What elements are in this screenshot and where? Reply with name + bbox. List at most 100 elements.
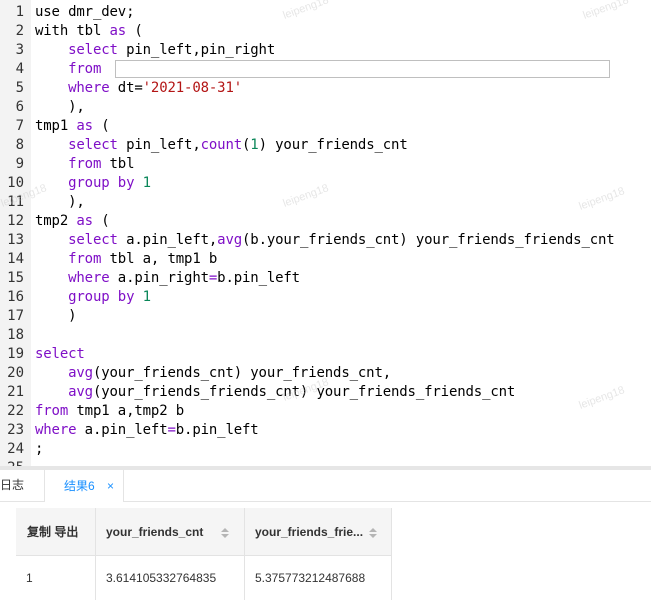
line-number: 3	[15, 42, 24, 58]
code-token: where	[68, 80, 110, 96]
code-token: (your_friends_cnt) your_friends_cnt,	[92, 365, 392, 381]
code-text[interactable]: tmp1 as (	[35, 117, 110, 136]
code-text[interactable]: select pin_left,pin_right	[35, 41, 275, 60]
code-token: tbl	[101, 156, 135, 172]
code-token: count	[200, 137, 243, 153]
line-number: 12	[7, 213, 24, 229]
table-cell[interactable]: 5.375773212487688	[245, 556, 392, 600]
row-number-cell: 1	[16, 556, 96, 600]
line-number: 8	[15, 137, 24, 153]
code-line[interactable]: 15 where a.pin_right=b.pin_left	[0, 269, 651, 288]
code-text[interactable]: select a.pin_left,avg(b.your_friends_cnt…	[35, 231, 615, 250]
code-token: tmp2	[35, 213, 77, 229]
sort-icon[interactable]	[368, 527, 378, 539]
code-line[interactable]: 1 use dmr_dev;	[0, 3, 651, 22]
result-tab-bar: 日志 结果6 ×	[0, 470, 651, 502]
code-token: 1	[142, 289, 151, 305]
line-number: 1	[15, 4, 24, 20]
code-line[interactable]: 23 where a.pin_left=b.pin_left	[0, 421, 651, 440]
code-token: '2021-08-31'	[142, 80, 243, 96]
code-token: a.pin_left	[76, 422, 168, 438]
code-text[interactable]: with tbl as (	[35, 22, 143, 41]
tab-result-6[interactable]: 结果6 ×	[45, 470, 124, 502]
code-token: (	[92, 118, 110, 134]
code-line[interactable]: 10 group by 1	[0, 174, 651, 193]
code-line[interactable]: 19 select	[0, 345, 651, 364]
code-line[interactable]: 2 with tbl as (	[0, 22, 651, 41]
code-line[interactable]: 7 tmp1 as (	[0, 117, 651, 136]
code-line[interactable]: 24;	[0, 440, 651, 459]
line-number: 22	[7, 403, 24, 419]
code-text[interactable]: avg(your_friends_friends_cnt) your_frien…	[35, 383, 515, 402]
code-line[interactable]: 21 avg(your_friends_friends_cnt) your_fr…	[0, 383, 651, 402]
code-text[interactable]: where a.pin_left=b.pin_left	[35, 421, 259, 440]
column-header[interactable]: your_friends_frie...	[245, 508, 392, 556]
column-header[interactable]: your_friends_cnt	[96, 508, 245, 556]
table-cell[interactable]: 3.614105332764835	[96, 556, 245, 600]
code-token: (	[92, 213, 110, 229]
code-text[interactable]: group by 1	[35, 288, 151, 307]
line-number: 24	[7, 441, 24, 457]
column-header-label: your_friends_cnt	[106, 525, 204, 539]
code-token: a.pin_right	[109, 270, 209, 286]
code-line[interactable]: 13 select a.pin_left,avg(b.your_friends_…	[0, 231, 651, 250]
code-token: tbl a, tmp1 b	[101, 251, 218, 267]
code-text[interactable]: )	[35, 307, 76, 326]
code-text[interactable]: avg(your_friends_cnt) your_friends_cnt,	[35, 364, 391, 383]
code-line[interactable]: 3 select pin_left,pin_right	[0, 41, 651, 60]
code-line[interactable]: 14 from tbl a, tmp1 b	[0, 250, 651, 269]
tab-log[interactable]: 日志	[0, 470, 45, 501]
code-text[interactable]: from tmp1 a,tmp2 b	[35, 402, 184, 421]
code-line[interactable]: 17 )	[0, 307, 651, 326]
code-text[interactable]: where dt='2021-08-31'	[35, 79, 242, 98]
code-line[interactable]: 9 from tbl	[0, 155, 651, 174]
code-line[interactable]: 12 tmp2 as (	[0, 212, 651, 231]
code-token: group by	[68, 175, 135, 191]
close-icon[interactable]: ×	[107, 470, 114, 502]
redacted-table-name	[115, 60, 610, 78]
code-token: as	[76, 213, 93, 229]
code-line[interactable]: 11 ),	[0, 193, 651, 212]
code-token: ) your_friends_cnt	[258, 137, 408, 153]
result-table: 复制 导出 your_friends_cnt your_friends_frie…	[16, 508, 392, 600]
code-text[interactable]: from tbl	[35, 155, 134, 174]
code-text[interactable]: use dmr_dev;	[35, 3, 135, 22]
code-token: ),	[35, 194, 85, 210]
code-token: from	[68, 61, 102, 77]
code-token: where	[35, 422, 77, 438]
code-token: with tbl	[35, 23, 110, 39]
code-line[interactable]: 18	[0, 326, 651, 345]
code-line[interactable]: 6 ),	[0, 98, 651, 117]
code-token: b.pin_left	[217, 270, 300, 286]
code-line[interactable]: 16 group by 1	[0, 288, 651, 307]
code-text[interactable]: from tbl a, tmp1 b	[35, 250, 217, 269]
code-text[interactable]: ;	[35, 440, 43, 459]
code-line[interactable]: 25	[0, 459, 651, 466]
code-line[interactable]: 22 from tmp1 a,tmp2 b	[0, 402, 651, 421]
line-number: 13	[7, 232, 24, 248]
code-token: select	[68, 232, 118, 248]
code-text[interactable]: group by 1	[35, 174, 151, 193]
code-text[interactable]: ),	[35, 98, 85, 117]
code-line[interactable]: 8 select pin_left,count(1) your_friends_…	[0, 136, 651, 155]
copy-export-button[interactable]: 复制 导出	[27, 508, 78, 556]
sort-icon[interactable]	[220, 527, 230, 539]
line-number: 14	[7, 251, 24, 267]
code-text[interactable]: select pin_left,count(1) your_friends_cn…	[35, 136, 408, 155]
code-text[interactable]: select	[35, 345, 85, 364]
sql-editor[interactable]: 1 use dmr_dev; 2 with tbl as (3 select pin_…	[0, 0, 651, 466]
code-token: (b.your_friends_cnt) your_friends_friend…	[242, 232, 615, 248]
code-text[interactable]: tmp2 as (	[35, 212, 110, 231]
code-token: dt=	[109, 80, 143, 96]
code-line[interactable]: 5 where dt='2021-08-31'	[0, 79, 651, 98]
code-line[interactable]: 20 avg(your_friends_cnt) your_friends_cn…	[0, 364, 651, 383]
code-text[interactable]: where a.pin_right=b.pin_left	[35, 269, 300, 288]
code-text[interactable]: ),	[35, 193, 85, 212]
code-text[interactable]: from	[35, 60, 101, 79]
